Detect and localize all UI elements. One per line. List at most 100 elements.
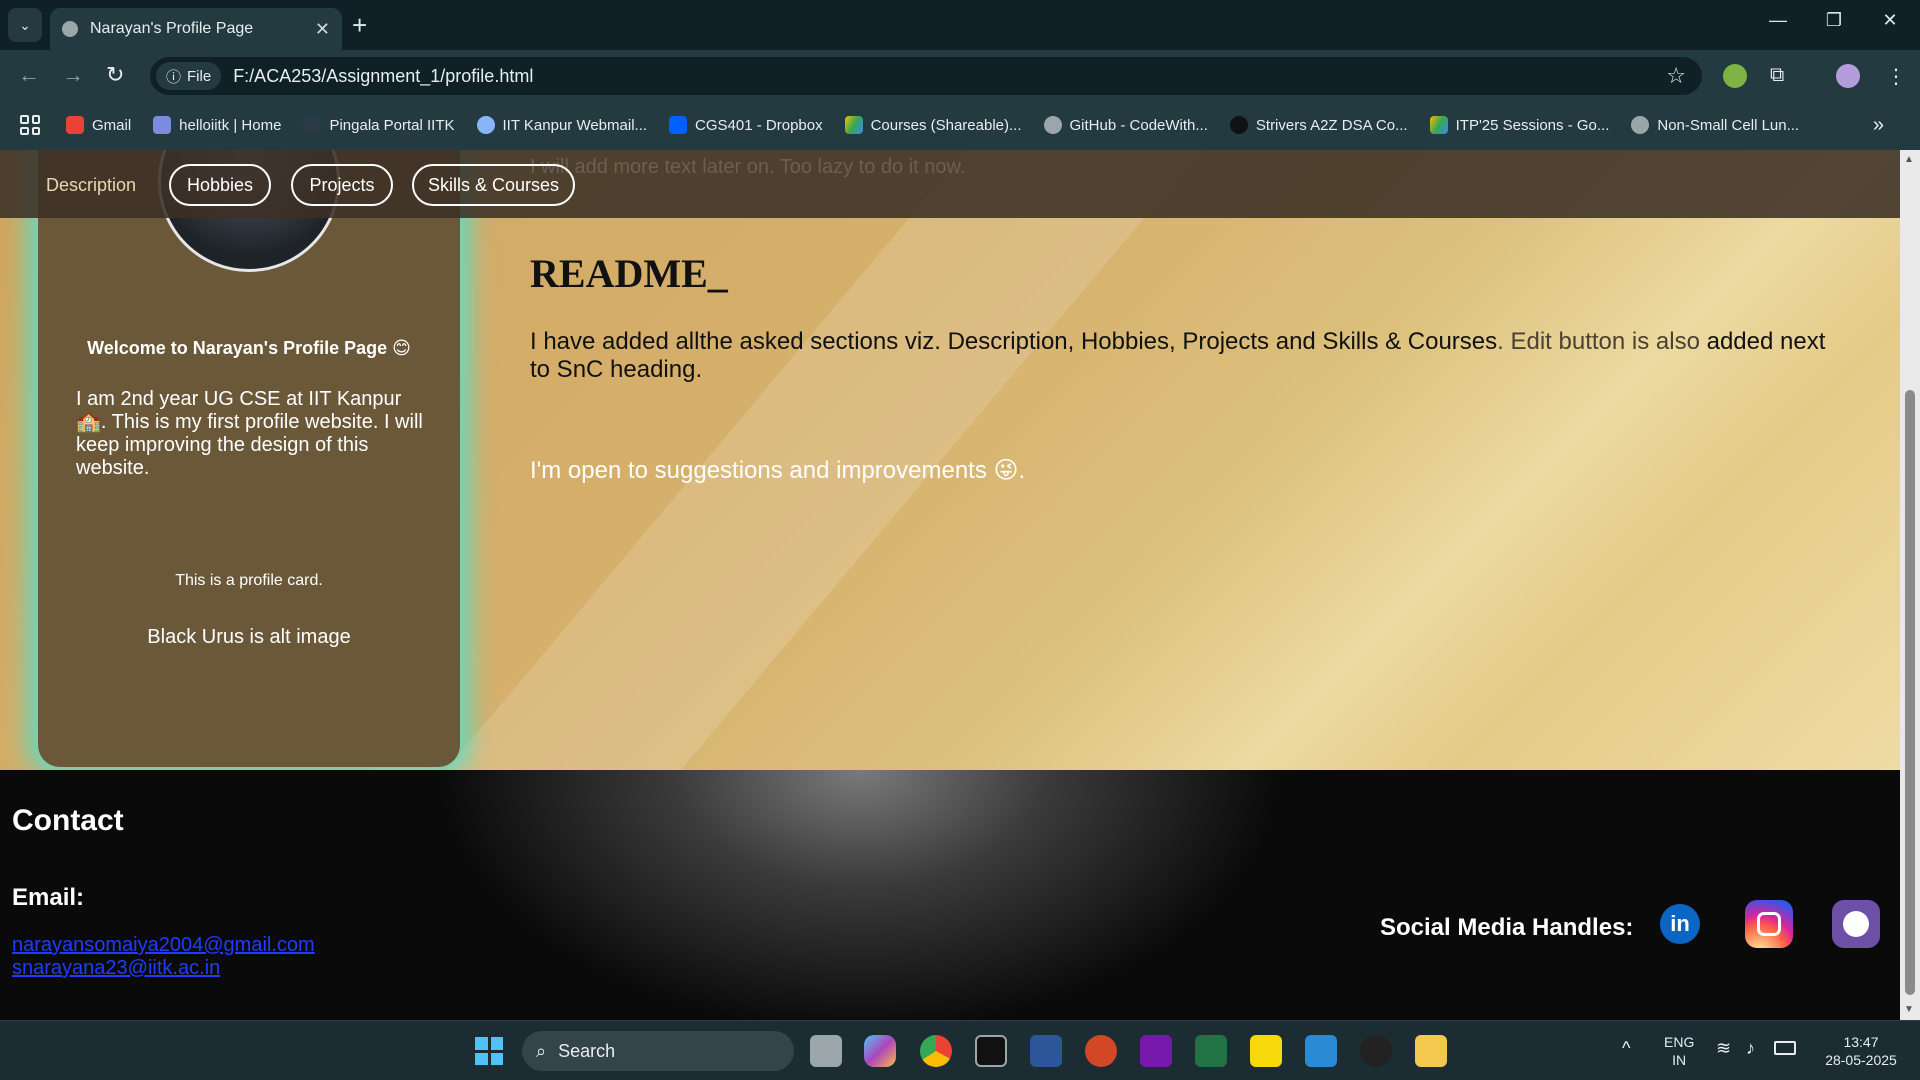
vscode-icon[interactable]: [1305, 1035, 1337, 1067]
bookmark-item[interactable]: Courses (Shareable)...: [844, 116, 1022, 134]
site-info-chip[interactable]: ⓘ File: [156, 62, 222, 90]
bookmark-label: IIT Kanpur Webmail...: [502, 116, 648, 134]
google-drive-icon: [1429, 116, 1448, 134]
scroll-up-icon[interactable]: ▲: [1904, 154, 1914, 165]
menu-kebab-icon[interactable]: ⋮: [1886, 64, 1910, 88]
profile-card-note: This is a profile card.: [175, 572, 323, 589]
bookmark-label: GitHub - CodeWith...: [1069, 116, 1208, 134]
tab-search-button[interactable]: ⌄: [8, 8, 42, 42]
instagram-icon[interactable]: [1745, 900, 1793, 948]
bookmark-item[interactable]: Strivers A2Z DSA Co...: [1229, 116, 1408, 134]
wifi-icon[interactable]: ≋: [1716, 1039, 1731, 1057]
nav-hobbies-button[interactable]: Hobbies: [169, 164, 271, 206]
terminal-icon[interactable]: [975, 1035, 1007, 1067]
clock[interactable]: 13:47 28-05-2025: [1816, 1033, 1906, 1069]
word-icon[interactable]: [1030, 1035, 1062, 1067]
url-text[interactable]: F:/ACA253/Assignment_1/profile.html: [233, 66, 1666, 87]
task-view-icon[interactable]: [810, 1035, 842, 1067]
search-label: Search: [558, 1040, 616, 1061]
extension-icon[interactable]: [1723, 64, 1747, 88]
nav-description-link[interactable]: Description: [46, 175, 136, 196]
bookmark-item[interactable]: Gmail: [66, 116, 131, 134]
tuf-icon: [1229, 116, 1248, 134]
windows-taskbar: ⌕ Search ^ ENG IN ≋ ♪ 13:47 28-05-2025: [0, 1020, 1920, 1080]
language-indicator[interactable]: ENG IN: [1664, 1033, 1694, 1069]
bookmark-label: Pingala Portal IITK: [329, 116, 455, 134]
bookmarks-bar: Gmail helloiitk | Home Pingala Portal II…: [0, 100, 1920, 150]
puzzle-icon[interactable]: ⧉: [1770, 64, 1794, 88]
site-nav: I will add more text later on. Too lazy …: [0, 150, 1900, 218]
bookmark-item[interactable]: ITP'25 Sessions - Go...: [1429, 116, 1609, 134]
taskbar-search[interactable]: ⌕ Search: [522, 1031, 794, 1071]
file-explorer-icon[interactable]: [1415, 1035, 1447, 1067]
start-menu-icon[interactable]: [473, 1035, 505, 1067]
address-bar[interactable]: ⓘ File F:/ACA253/Assignment_1/profile.ht…: [150, 57, 1702, 95]
minimize-icon[interactable]: —: [1758, 10, 1798, 31]
bookmark-label: Strivers A2Z DSA Co...: [1255, 116, 1408, 134]
info-icon: ⓘ: [166, 68, 182, 86]
welcome-heading: Welcome to Narayan's Profile Page 😊: [87, 338, 411, 358]
forward-icon[interactable]: →: [62, 62, 84, 88]
browser-tab[interactable]: Narayan's Profile Page ✕: [50, 8, 342, 50]
more-bookmarks-icon[interactable]: »: [1873, 114, 1884, 137]
excel-icon[interactable]: [1195, 1035, 1227, 1067]
date-text: 28-05-2025: [1825, 1052, 1897, 1068]
email-link[interactable]: snarayana23@iitk.ac.in: [12, 957, 220, 980]
bookmark-item[interactable]: Non-Small Cell Lun...: [1631, 116, 1799, 134]
google-drive-icon: [844, 116, 863, 134]
suggestions-text: I'm open to suggestions and improvements…: [530, 457, 1026, 484]
social-heading: Social Media Handles:: [1380, 914, 1634, 941]
volume-icon[interactable]: ♪: [1746, 1039, 1755, 1057]
bookmark-label: CGS401 - Dropbox: [695, 116, 823, 134]
webmail-icon: [476, 116, 495, 134]
bookmark-label: Non-Small Cell Lun...: [1657, 116, 1800, 134]
penguin-app-icon[interactable]: [1360, 1035, 1392, 1067]
contact-footer: Contact Email: narayansomaiya2004@gmail.…: [0, 770, 1900, 1020]
battery-icon[interactable]: [1774, 1041, 1796, 1055]
globe-icon: [1043, 116, 1062, 134]
scroll-down-icon[interactable]: ▼: [1904, 1004, 1914, 1015]
image-alt-text: Black Urus is alt image: [147, 626, 351, 648]
restore-icon[interactable]: ❐: [1814, 10, 1854, 31]
reload-icon[interactable]: ↻: [106, 62, 124, 88]
bookmark-star-icon[interactable]: ☆: [1666, 63, 1686, 89]
scrollbar-thumb[interactable]: [1905, 390, 1915, 995]
profile-avatar-icon[interactable]: [1836, 64, 1860, 88]
onenote-icon[interactable]: [1140, 1035, 1172, 1067]
close-window-icon[interactable]: ✕: [1870, 10, 1910, 31]
sticky-notes-icon[interactable]: [1250, 1035, 1282, 1067]
hero-section: Welcome to Narayan's Profile Page 😊 I am…: [0, 150, 1900, 980]
readme-text-part: I have added allthe asked sections viz. …: [530, 328, 1498, 355]
nav-skills-button[interactable]: Skills & Courses: [412, 164, 575, 206]
new-tab-button[interactable]: +: [352, 10, 367, 40]
dropbox-icon: [669, 116, 688, 134]
chrome-icon[interactable]: [920, 1035, 952, 1067]
chevron-up-icon[interactable]: ^: [1622, 1039, 1630, 1057]
gmail-icon: [66, 116, 84, 134]
about-text: I am 2nd year UG CSE at IIT Kanpur 🏫. Th…: [76, 388, 423, 479]
chevron-down-icon: ⌄: [19, 16, 31, 33]
placeholder-text: I will add more text later on. Too lazy …: [530, 156, 966, 178]
apps-grid-icon[interactable]: [20, 115, 40, 135]
helloiitk-icon: [153, 116, 172, 134]
back-icon[interactable]: ←: [18, 62, 40, 88]
bookmark-item[interactable]: Pingala Portal IITK: [303, 116, 455, 134]
nav-projects-button[interactable]: Projects: [291, 164, 393, 206]
bookmark-item[interactable]: CGS401 - Dropbox: [669, 116, 823, 134]
bookmark-item[interactable]: IIT Kanpur Webmail...: [476, 116, 648, 134]
language-region: IN: [1672, 1052, 1687, 1068]
bookmark-item[interactable]: GitHub - CodeWith...: [1043, 116, 1208, 134]
bookmark-label: Gmail: [92, 116, 132, 134]
bookmark-label: helloiitk | Home: [179, 116, 282, 134]
page-scrollbar[interactable]: ▲ ▼: [1900, 150, 1920, 1020]
page-favicon-icon: [62, 21, 78, 37]
copilot-icon[interactable]: [864, 1035, 896, 1067]
readme-heading: README_: [530, 251, 728, 296]
linkedin-icon[interactable]: in: [1660, 904, 1700, 944]
close-tab-icon[interactable]: ✕: [315, 19, 330, 40]
github-icon[interactable]: [1832, 900, 1880, 948]
bookmark-item[interactable]: helloiitk | Home: [153, 116, 281, 134]
powerpoint-icon[interactable]: [1085, 1035, 1117, 1067]
site-info-label: File: [187, 67, 212, 85]
email-link[interactable]: narayansomaiya2004@gmail.com: [12, 934, 315, 957]
